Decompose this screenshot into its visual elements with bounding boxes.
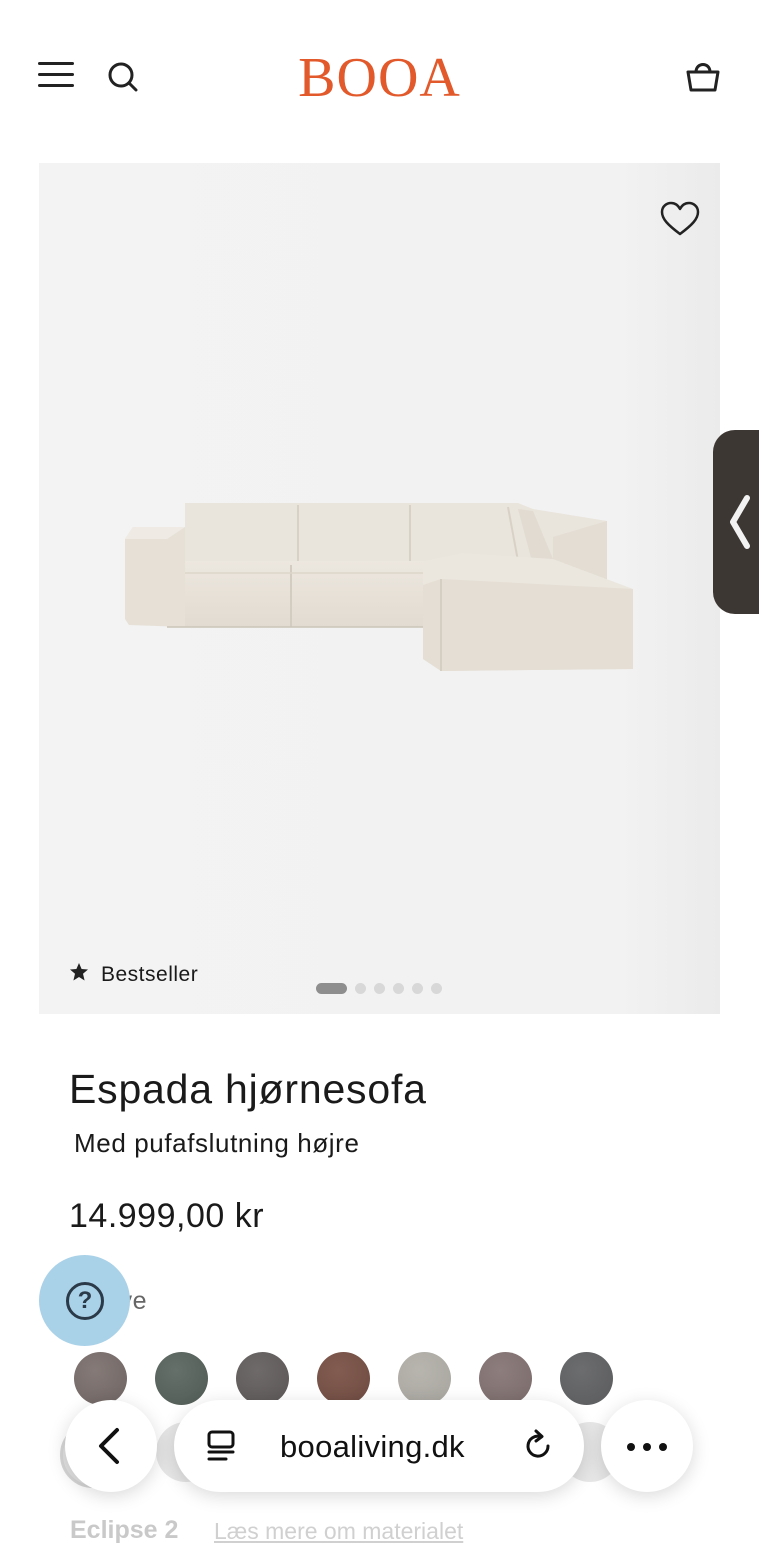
basket-icon[interactable] (684, 58, 722, 94)
color-swatch[interactable] (560, 1352, 613, 1405)
browser-address-bar[interactable]: booaliving.dk (174, 1400, 584, 1492)
brand-logo[interactable]: BOOA (0, 46, 759, 110)
product-image-sofa (125, 503, 633, 671)
reader-icon[interactable] (204, 1428, 240, 1464)
side-panel-handle[interactable] (713, 430, 759, 614)
color-swatch[interactable] (155, 1352, 208, 1405)
pagination-dot[interactable] (374, 983, 385, 994)
heart-icon[interactable] (660, 201, 700, 237)
color-swatch[interactable] (398, 1352, 451, 1405)
pagination-dot[interactable] (316, 983, 347, 994)
reload-icon[interactable] (520, 1428, 556, 1464)
color-swatch[interactable] (479, 1352, 532, 1405)
color-swatches (74, 1352, 613, 1405)
browser-back-button[interactable] (65, 1400, 157, 1492)
chevron-left-icon (730, 495, 750, 549)
pagination-dot[interactable] (393, 983, 404, 994)
product-title: Espada hjørnesofa (69, 1066, 427, 1112)
bestseller-badge: Bestseller (69, 962, 198, 988)
site-header: BOOA (0, 0, 759, 150)
product-subtitle: Med pufafslutning højre (74, 1128, 360, 1158)
pagination-dot[interactable] (412, 983, 423, 994)
product-gallery[interactable]: Bestseller (39, 163, 720, 1014)
star-icon (69, 962, 89, 988)
color-swatch[interactable] (236, 1352, 289, 1405)
color-swatch[interactable] (317, 1352, 370, 1405)
pagination-dot[interactable] (355, 983, 366, 994)
pagination-dot[interactable] (431, 983, 442, 994)
more-icon[interactable] (601, 1400, 693, 1492)
material-info-link[interactable]: Læs mere om materialet (214, 1518, 463, 1545)
help-button[interactable]: ? (39, 1255, 130, 1346)
product-price: 14.999,00 kr (69, 1197, 265, 1235)
bestseller-label: Bestseller (101, 963, 199, 986)
material-name: Eclipse 2 (70, 1516, 179, 1544)
back-chevron-icon (99, 1428, 119, 1464)
question-icon: ? (66, 1282, 104, 1320)
color-swatch[interactable] (74, 1352, 127, 1405)
gallery-pagination (316, 983, 442, 994)
url-text[interactable]: booaliving.dk (280, 1429, 465, 1465)
